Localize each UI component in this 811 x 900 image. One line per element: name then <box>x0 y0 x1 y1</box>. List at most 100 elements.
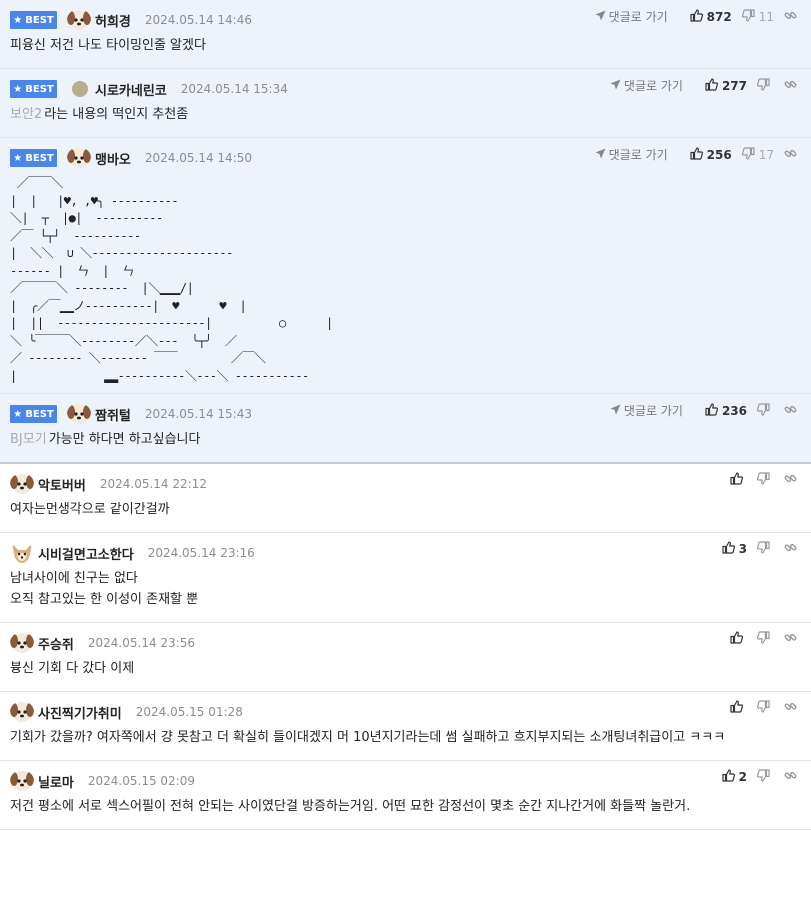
go-to-reply-label: 댓글로 가기 <box>623 79 683 93</box>
thumbs-down-icon <box>741 146 759 163</box>
copy-link-button[interactable] <box>784 541 801 557</box>
comment-header: 시비걸면고소한다 2024.05.14 23:16 <box>10 542 801 564</box>
downvote-count: 17 <box>758 147 774 162</box>
best-badge-label: BEST <box>25 14 54 26</box>
upvote-button[interactable]: 236 <box>705 402 747 419</box>
comment-date: 2024.05.14 14:50 <box>144 151 252 165</box>
comment-header: 주승쥐 2024.05.14 23:56 <box>10 632 801 654</box>
comment-body: BJ모기 가능만 하다면 하고싶습니다 <box>10 425 801 462</box>
comment: 주승쥐 2024.05.14 23:56 븅신 기회 다 갔다 이제 <box>0 623 811 692</box>
thumbs-down-icon <box>756 769 774 785</box>
nickname[interactable]: 주승쥐 <box>38 634 74 653</box>
downvote-button[interactable] <box>756 700 774 716</box>
downvote-button[interactable] <box>756 631 774 647</box>
go-to-reply-link[interactable]: 댓글로 가기 <box>610 77 683 94</box>
mention-prefix: BJ모기 <box>10 432 47 447</box>
circle-avatar-icon[interactable] <box>71 80 89 98</box>
upvote-count: 277 <box>721 78 747 93</box>
comment-date: 2024.05.14 14:46 <box>144 13 252 27</box>
go-to-reply-label: 댓글로 가기 <box>608 148 668 162</box>
comment-body: 여자는먼생각으로 같이간걸까 <box>10 495 801 532</box>
link-icon <box>784 78 801 94</box>
best-badge: ★ BEST <box>10 80 57 98</box>
copy-link-button[interactable] <box>784 472 801 488</box>
nickname[interactable]: 맹바오 <box>95 149 131 168</box>
thumbs-up-icon <box>705 77 722 94</box>
best-badge: ★ BEST <box>10 11 57 29</box>
best-badge-label: BEST <box>25 83 54 95</box>
dog-avatar-icon[interactable] <box>67 403 91 425</box>
upvote-button[interactable]: 2 <box>722 769 747 785</box>
downvote-button[interactable] <box>756 541 774 557</box>
nickname[interactable]: 사진찍기가취미 <box>38 703 122 722</box>
thumbs-up-icon <box>722 541 739 557</box>
nickname[interactable]: 닐로마 <box>38 772 74 791</box>
dog-avatar-icon[interactable] <box>67 147 91 169</box>
comment-text-line: 가능만 하다면 하고싶습니다 <box>48 432 201 447</box>
copy-link-button[interactable] <box>784 631 801 647</box>
comment-text-line: 븅신 기회 다 갔다 이제 <box>10 661 135 676</box>
nickname[interactable]: 악토버버 <box>38 475 86 494</box>
chihuahua-avatar-icon[interactable] <box>10 542 34 564</box>
dog-avatar-icon[interactable] <box>10 770 34 792</box>
thumbs-down-icon <box>756 472 774 488</box>
upvote-button[interactable] <box>730 631 747 647</box>
comment-date: 2024.05.14 15:34 <box>180 82 288 96</box>
comment-actions: 댓글로 가기 277 <box>610 77 801 94</box>
upvote-button[interactable] <box>730 700 747 716</box>
copy-link-button[interactable] <box>784 9 801 25</box>
comment: 시비걸면고소한다 2024.05.14 23:16 3 남녀사이에 친구는 없다 오직 … <box>0 533 811 623</box>
link-icon <box>784 541 801 557</box>
comment-actions: 댓글로 가기 256 17 <box>595 146 801 163</box>
comment-text-line: 기회가 갔을까? 여자쪽에서 걍 못참고 더 확실히 들이대겠지 머 10년지기… <box>10 730 726 745</box>
comment-body: 보안2 라는 내용의 떡인지 추천좀 <box>10 100 801 137</box>
copy-link-button[interactable] <box>784 403 801 419</box>
dog-avatar-icon[interactable] <box>10 701 34 723</box>
go-to-reply-link[interactable]: 댓글로 가기 <box>595 146 668 163</box>
go-to-reply-link[interactable]: 댓글로 가기 <box>595 8 668 25</box>
best-badge: ★ BEST <box>10 149 57 167</box>
link-icon <box>784 472 801 488</box>
upvote-button[interactable]: 872 <box>690 8 732 25</box>
thumbs-down-icon <box>756 77 774 94</box>
downvote-button[interactable]: 17 <box>741 146 774 163</box>
thumbs-down-icon <box>756 402 774 419</box>
upvote-button[interactable]: 256 <box>690 146 732 163</box>
upvote-count: 256 <box>706 147 732 162</box>
mention-prefix: 보안2 <box>10 107 43 122</box>
star-icon: ★ <box>13 408 23 420</box>
nickname[interactable]: 짬쥐털 <box>95 405 131 424</box>
upvote-button[interactable]: 277 <box>705 77 747 94</box>
go-to-reply-link[interactable]: 댓글로 가기 <box>610 402 683 419</box>
copy-link-button[interactable] <box>784 147 801 163</box>
comment-body: 피융신 저건 나도 타이밍인줄 알겠다 <box>10 31 801 68</box>
copy-link-button[interactable] <box>784 78 801 94</box>
thumbs-up-icon <box>690 8 707 25</box>
upvote-button[interactable] <box>730 472 747 488</box>
thumbs-up-icon <box>705 402 722 419</box>
nickname[interactable]: 허희경 <box>95 11 131 30</box>
link-icon <box>784 700 801 716</box>
dog-avatar-icon[interactable] <box>67 9 91 31</box>
best-comment: ★ BEST 맹바오 2024.05.14 14:50 댓글로 가기 256 17 ／￣￣＼… <box>0 138 811 394</box>
downvote-button[interactable] <box>756 402 774 419</box>
best-badge: ★ BEST <box>10 405 57 423</box>
downvote-button[interactable] <box>756 77 774 94</box>
downvote-button[interactable] <box>756 769 774 785</box>
best-comment: ★ BEST 허희경 2024.05.14 14:46 댓글로 가기 872 11 피융신 저… <box>0 0 811 69</box>
downvote-button[interactable]: 11 <box>741 8 774 25</box>
nickname[interactable]: 시로카네린코 <box>95 80 167 99</box>
best-badge-label: BEST <box>25 152 54 164</box>
comment-body: 남녀사이에 친구는 없다 오직 참고있는 한 이성이 존재할 뿐 <box>10 564 801 622</box>
copy-link-button[interactable] <box>784 769 801 785</box>
best-badge-label: BEST <box>25 408 54 420</box>
downvote-button[interactable] <box>756 472 774 488</box>
upvote-button[interactable]: 3 <box>722 541 747 557</box>
dog-avatar-icon[interactable] <box>10 473 34 495</box>
nickname[interactable]: 시비걸면고소한다 <box>38 544 134 563</box>
copy-link-button[interactable] <box>784 700 801 716</box>
comment-actions <box>720 631 801 647</box>
link-icon <box>784 403 801 419</box>
dog-avatar-icon[interactable] <box>10 632 34 654</box>
comment-text-line: 여자는먼생각으로 같이간걸까 <box>10 502 170 517</box>
